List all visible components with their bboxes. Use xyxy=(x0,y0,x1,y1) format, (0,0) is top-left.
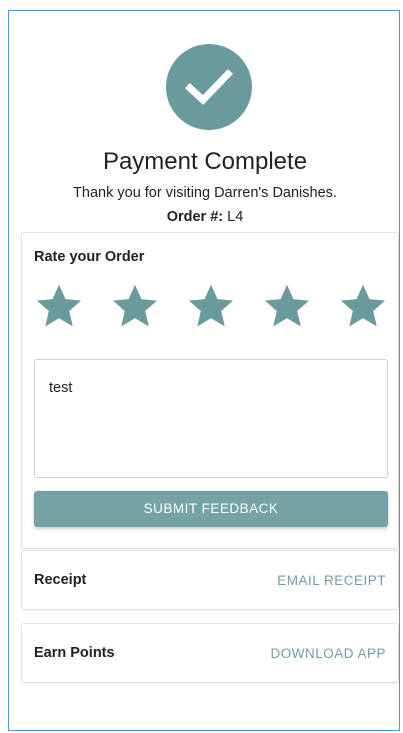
receipt-card: Receipt EMAIL RECEIPT xyxy=(21,550,399,610)
page-title: Payment Complete xyxy=(102,148,308,175)
checkmark-icon xyxy=(166,44,252,130)
thank-you-message: Thank you for visiting Darren's Danishes… xyxy=(73,185,337,201)
star-icon-2[interactable] xyxy=(110,281,160,331)
submit-feedback-button[interactable]: SUBMIT FEEDBACK xyxy=(34,491,388,527)
receipt-label: Receipt xyxy=(34,572,87,588)
order-number-label: Order #: xyxy=(166,209,224,225)
star-icon-1[interactable] xyxy=(34,281,84,331)
payment-complete-screen: Payment Complete Thank you for visiting … xyxy=(8,10,400,731)
star-rating xyxy=(34,281,388,331)
star-icon-5[interactable] xyxy=(338,281,388,331)
rate-order-title: Rate your Order xyxy=(34,249,145,265)
star-icon-3[interactable] xyxy=(186,281,236,331)
order-number: Order #: L4 xyxy=(9,208,401,226)
feedback-input[interactable]: test xyxy=(34,359,388,478)
order-number-value: L4 xyxy=(227,209,244,225)
star-icon-4[interactable] xyxy=(262,281,312,331)
earn-points-label: Earn Points xyxy=(34,645,115,661)
rate-order-card: Rate your Order test SUBMIT FEEDBACK xyxy=(21,232,399,549)
email-receipt-button[interactable]: EMAIL RECEIPT xyxy=(277,573,386,588)
download-app-button[interactable]: DOWNLOAD APP xyxy=(270,646,386,661)
earn-points-card: Earn Points DOWNLOAD APP xyxy=(21,623,399,683)
